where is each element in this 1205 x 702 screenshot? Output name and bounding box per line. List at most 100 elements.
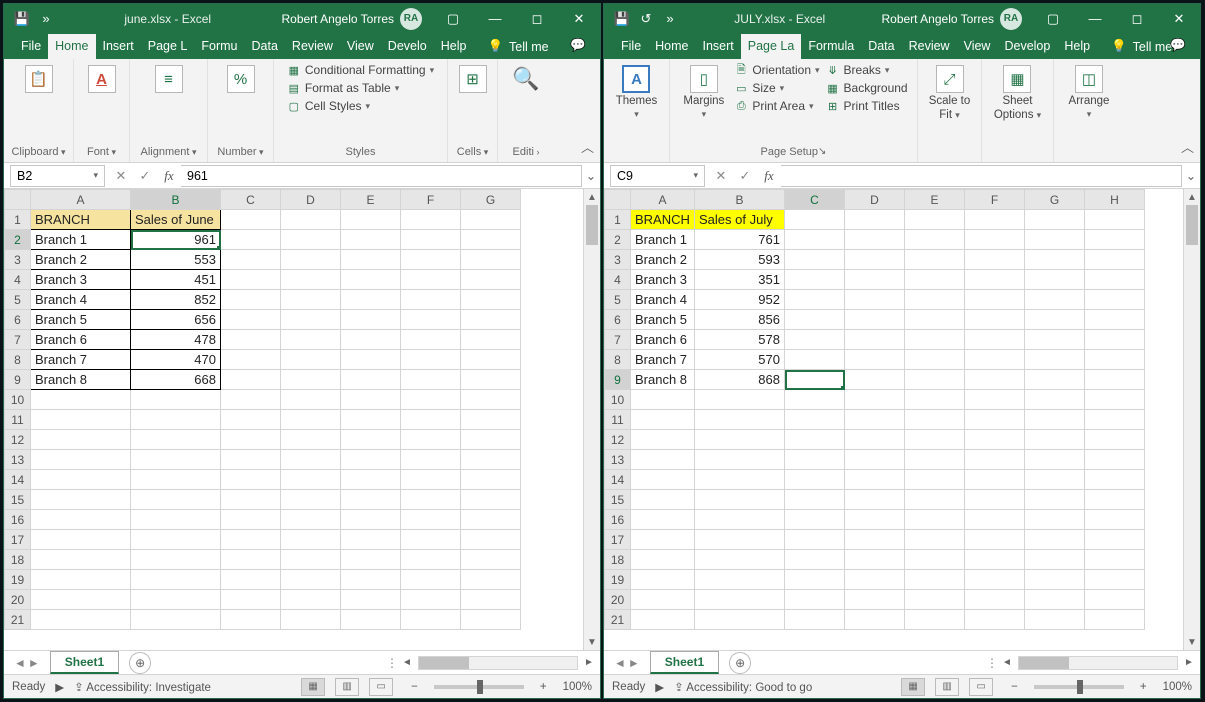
cell-E10[interactable] — [905, 390, 965, 410]
cell-G16[interactable] — [461, 510, 521, 530]
cell-A15[interactable] — [631, 490, 695, 510]
cell-E20[interactable] — [905, 590, 965, 610]
cell-B8[interactable]: 570 — [695, 350, 785, 370]
cell-G7[interactable] — [461, 330, 521, 350]
row-header-16[interactable]: 16 — [605, 510, 631, 530]
cell-C12[interactable] — [785, 430, 845, 450]
cell-A1[interactable]: BRANCH — [631, 210, 695, 230]
cell-F6[interactable] — [401, 310, 461, 330]
cell-A3[interactable]: Branch 2 — [631, 250, 695, 270]
cell-F9[interactable] — [401, 370, 461, 390]
cell-C7[interactable] — [221, 330, 281, 350]
cell-E19[interactable] — [341, 570, 401, 590]
cell-E13[interactable] — [341, 450, 401, 470]
cell-G6[interactable] — [1025, 310, 1085, 330]
cell-B4[interactable]: 351 — [695, 270, 785, 290]
fx-icon[interactable]: fx — [157, 168, 181, 184]
cell-C19[interactable] — [785, 570, 845, 590]
cell-F3[interactable] — [401, 250, 461, 270]
tell-me[interactable]: 💡Tell me — [479, 34, 556, 59]
cell-C19[interactable] — [221, 570, 281, 590]
normal-view-button[interactable]: ▦ — [901, 678, 925, 696]
cell-G6[interactable] — [461, 310, 521, 330]
cell-F4[interactable] — [401, 270, 461, 290]
cell-B19[interactable] — [695, 570, 785, 590]
orientation-button[interactable]: 🗎Orientation ▾ — [734, 63, 819, 77]
row-header-9[interactable]: 9 — [5, 370, 31, 390]
cell-E6[interactable] — [905, 310, 965, 330]
save-icon[interactable]: 💾 — [14, 11, 30, 27]
cell-F18[interactable] — [965, 550, 1025, 570]
cell-A9[interactable]: Branch 8 — [31, 370, 131, 390]
cell-A14[interactable] — [31, 470, 131, 490]
font-button[interactable]: A — [84, 63, 120, 95]
fx-icon[interactable]: fx — [757, 168, 781, 184]
collapse-ribbon-icon[interactable]: ︿ — [581, 137, 594, 156]
row-header-6[interactable]: 6 — [605, 310, 631, 330]
cell-C20[interactable] — [785, 590, 845, 610]
cell-H19[interactable] — [1085, 570, 1145, 590]
cell-G19[interactable] — [1025, 570, 1085, 590]
vertical-scrollbar[interactable]: ▲ ▼ — [583, 189, 600, 650]
cell-C9[interactable] — [785, 370, 845, 390]
ribbon-display-icon[interactable]: ▢ — [432, 4, 474, 33]
formula-input[interactable]: 961 — [181, 165, 582, 187]
cell-H5[interactable] — [1085, 290, 1145, 310]
cell-G2[interactable] — [461, 230, 521, 250]
cell-B9[interactable]: 868 — [695, 370, 785, 390]
cell-A2[interactable]: Branch 1 — [31, 230, 131, 250]
row-header-3[interactable]: 3 — [605, 250, 631, 270]
number-button[interactable]: % — [223, 63, 259, 95]
cell-B4[interactable]: 451 — [131, 270, 221, 290]
zoom-in-button[interactable]: + — [540, 681, 547, 693]
row-header-7[interactable]: 7 — [5, 330, 31, 350]
cell-E4[interactable] — [905, 270, 965, 290]
cell-C14[interactable] — [785, 470, 845, 490]
menu-pagel[interactable]: Page L — [141, 34, 195, 59]
cell-F13[interactable] — [401, 450, 461, 470]
cell-E5[interactable] — [905, 290, 965, 310]
cell-A5[interactable]: Branch 4 — [631, 290, 695, 310]
cell-G1[interactable] — [1025, 210, 1085, 230]
row-header-1[interactable]: 1 — [5, 210, 31, 230]
cell-C6[interactable] — [221, 310, 281, 330]
cell-E5[interactable] — [341, 290, 401, 310]
cell-F8[interactable] — [401, 350, 461, 370]
cell-F2[interactable] — [965, 230, 1025, 250]
cell-F12[interactable] — [965, 430, 1025, 450]
menu-help[interactable]: Help — [1057, 34, 1097, 59]
col-header-C[interactable]: C — [221, 190, 281, 210]
cell-G14[interactable] — [461, 470, 521, 490]
col-header-D[interactable]: D — [281, 190, 341, 210]
tab-prev-icon[interactable]: ◄ — [614, 656, 626, 670]
cell-B16[interactable] — [695, 510, 785, 530]
collapse-ribbon-icon[interactable]: ︿ — [1181, 137, 1194, 156]
cell-F7[interactable] — [401, 330, 461, 350]
cell-H7[interactable] — [1085, 330, 1145, 350]
menu-review[interactable]: Review — [902, 34, 957, 59]
menu-view[interactable]: View — [340, 34, 381, 59]
macro-icon[interactable]: ▶ — [655, 680, 664, 694]
cell-A9[interactable]: Branch 8 — [631, 370, 695, 390]
cell-D7[interactable] — [281, 330, 341, 350]
cell-C3[interactable] — [785, 250, 845, 270]
worksheet-grid[interactable]: ABCDEFGH1BRANCHSales of July2Branch 1761… — [604, 189, 1183, 650]
cell-H10[interactable] — [1085, 390, 1145, 410]
cell-B12[interactable] — [131, 430, 221, 450]
cell-G15[interactable] — [1025, 490, 1085, 510]
cell-H11[interactable] — [1085, 410, 1145, 430]
cell-C1[interactable] — [785, 210, 845, 230]
cell-G4[interactable] — [1025, 270, 1085, 290]
cell-A17[interactable] — [31, 530, 131, 550]
menu-data[interactable]: Data — [245, 34, 285, 59]
cell-C12[interactable] — [221, 430, 281, 450]
cell-F2[interactable] — [401, 230, 461, 250]
cell-B6[interactable]: 856 — [695, 310, 785, 330]
formula-input[interactable] — [781, 165, 1182, 187]
cell-A12[interactable] — [631, 430, 695, 450]
select-all[interactable] — [605, 190, 631, 210]
share-icon[interactable]: 💬 — [1170, 38, 1186, 53]
minimize-button[interactable]: — — [474, 4, 516, 33]
cell-E15[interactable] — [341, 490, 401, 510]
cell-G21[interactable] — [461, 610, 521, 630]
